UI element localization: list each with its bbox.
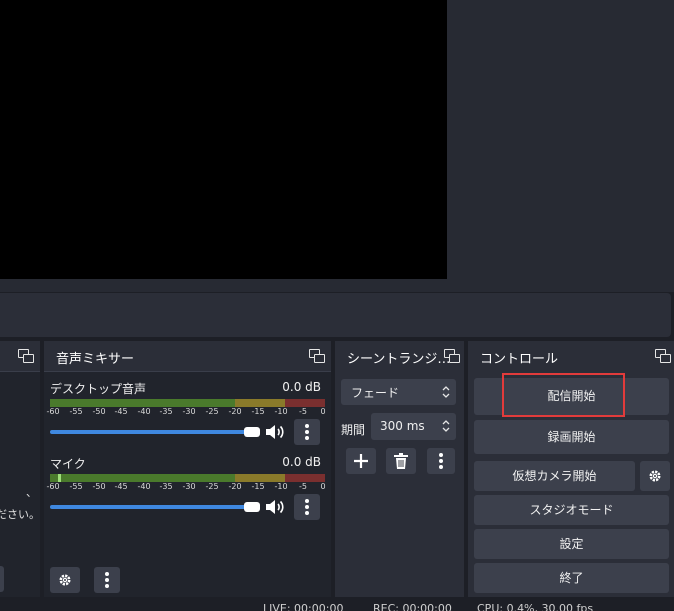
dock-float-icon[interactable] — [18, 349, 34, 363]
volume-slider[interactable] — [50, 430, 260, 434]
controls-dock: コントロール 配信開始 録画開始 仮想カメラ開始 スタジオモード 設定 終了 — [468, 341, 674, 597]
speaker-icon[interactable] — [265, 424, 285, 440]
scene-toolbar — [0, 293, 671, 337]
mixer-menu-button[interactable] — [94, 567, 120, 593]
meter-tick: 0 — [320, 407, 326, 416]
meter-tick: -25 — [205, 482, 219, 491]
virtual-camera-settings-button[interactable] — [640, 461, 670, 491]
transition-select-value: フェード — [351, 386, 400, 400]
transition-select[interactable]: フェード — [341, 379, 456, 405]
meter-tick: -35 — [159, 407, 173, 416]
duration-label: 期間 — [341, 423, 366, 437]
plus-icon — [354, 454, 368, 468]
meter-scale: -60 -55 -50 -45 -40 -35 -30 -25 -20 -15 … — [46, 407, 328, 417]
meter-tick: -35 — [159, 482, 173, 491]
gear-icon — [649, 470, 661, 482]
dock-float-icon[interactable] — [309, 349, 325, 363]
meter-tick: -25 — [205, 407, 219, 416]
start-recording-button[interactable]: 録画開始 — [474, 420, 669, 454]
start-virtual-camera-button[interactable]: 仮想カメラ開始 — [474, 461, 635, 491]
sources-add-button[interactable] — [0, 566, 4, 592]
meter-tick: -30 — [182, 407, 196, 416]
meter-tick: -40 — [137, 407, 151, 416]
meter-tick: -20 — [228, 407, 242, 416]
remove-transition-button[interactable] — [386, 448, 416, 474]
meter-scale: -60 -55 -50 -45 -40 -35 -30 -25 -20 -15 … — [46, 482, 328, 492]
exit-button[interactable]: 終了 — [474, 563, 669, 593]
sources-hint-text: ください。 — [0, 508, 40, 521]
status-bar: LIVE: 00:00:00 REC: 00:00:00 CPU: 0.4%, … — [0, 598, 674, 611]
meter-tick: -5 — [299, 407, 307, 416]
meter-tick: -40 — [137, 482, 151, 491]
meter-tick: -45 — [114, 407, 128, 416]
channel-db: 0.0 dB — [282, 455, 321, 469]
volume-slider-handle[interactable] — [244, 502, 260, 512]
dock-title: コントロール — [480, 352, 559, 367]
channel-name: デスクトップ音声 — [50, 382, 147, 396]
live-status: LIVE: 00:00:00 — [263, 602, 344, 611]
sources-list[interactable]: 、 ください。 — [0, 371, 40, 597]
duration-spinbox[interactable]: 300 ms — [371, 413, 456, 440]
mixer-body: デスクトップ音声 0.0 dB -60 -55 -50 -45 -40 -35 … — [44, 371, 331, 597]
dock-float-icon[interactable] — [655, 349, 671, 363]
updown-chevron-icon — [442, 386, 450, 398]
channel-menu-button[interactable] — [294, 419, 320, 445]
rec-status: REC: 00:00:00 — [373, 602, 452, 611]
volume-slider-handle[interactable] — [244, 427, 260, 437]
preview-canvas[interactable] — [0, 0, 447, 279]
meter-tick: -45 — [114, 482, 128, 491]
channel-menu-button[interactable] — [294, 494, 320, 520]
scene-transitions-dock: シーントランジ… フェード 期間 300 ms — [335, 341, 464, 597]
trash-icon — [394, 453, 408, 469]
audio-mixer-dock: 音声ミキサー デスクトップ音声 0.0 dB -60 -55 -50 -45 -… — [44, 341, 331, 597]
meter-tick: -10 — [274, 407, 288, 416]
meter-tick: -50 — [92, 482, 106, 491]
meter-tick: -15 — [251, 482, 265, 491]
settings-button[interactable]: 設定 — [474, 529, 669, 559]
transition-menu-button[interactable] — [427, 448, 455, 474]
volume-meter — [50, 474, 325, 482]
meter-tick: -20 — [228, 482, 242, 491]
meter-tick: -55 — [69, 407, 83, 416]
sources-hint-text: 、 — [26, 486, 37, 499]
meter-tick: -60 — [46, 482, 60, 491]
meter-tick: -60 — [46, 407, 60, 416]
speaker-icon[interactable] — [265, 499, 285, 515]
dock-title: 音声ミキサー — [56, 352, 135, 367]
channel-db: 0.0 dB — [282, 380, 321, 394]
meter-tick: -55 — [69, 482, 83, 491]
gear-icon — [59, 574, 71, 586]
duration-value: 300 ms — [380, 419, 425, 433]
start-streaming-button[interactable]: 配信開始 — [474, 378, 669, 415]
sources-dock: 、 ください。 — [0, 341, 40, 597]
meter-tick: -30 — [182, 482, 196, 491]
studio-mode-button[interactable]: スタジオモード — [474, 495, 669, 525]
channel-name: マイク — [50, 457, 86, 471]
meter-tick: -5 — [299, 482, 307, 491]
dock-float-icon[interactable] — [444, 349, 460, 363]
meter-tick: -15 — [251, 407, 265, 416]
meter-tick: -50 — [92, 407, 106, 416]
cpu-status: CPU: 0.4%, 30.00 fps — [477, 602, 594, 611]
volume-meter — [50, 399, 325, 407]
volume-slider[interactable] — [50, 505, 260, 509]
add-transition-button[interactable] — [346, 448, 376, 474]
mixer-settings-button[interactable] — [50, 567, 80, 593]
updown-chevron-icon[interactable] — [442, 418, 450, 434]
meter-tick: -10 — [274, 482, 288, 491]
dock-title: シーントランジ… — [347, 352, 451, 367]
meter-tick: 0 — [320, 482, 326, 491]
